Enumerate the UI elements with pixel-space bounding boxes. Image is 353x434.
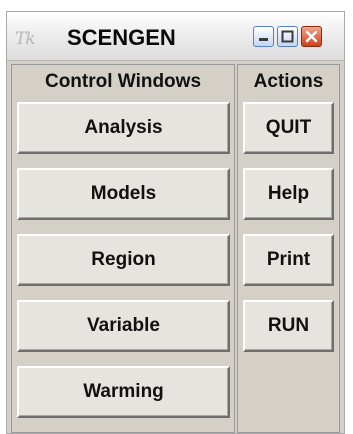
run-button[interactable]: RUN: [243, 300, 334, 352]
actions-header: Actions: [253, 71, 324, 92]
title-bar[interactable]: Tk SCENGEN: [7, 12, 344, 61]
region-button[interactable]: Region: [17, 234, 230, 286]
scengen-window: Tk SCENGEN Control Windows Analysis Mode…: [6, 11, 345, 434]
actions-panel: Actions QUIT Help Print RUN: [237, 64, 340, 433]
warming-button[interactable]: Warming: [17, 366, 230, 418]
quit-button[interactable]: QUIT: [243, 102, 334, 154]
analysis-button[interactable]: Analysis: [17, 102, 230, 154]
print-button[interactable]: Print: [243, 234, 334, 286]
models-button[interactable]: Models: [17, 168, 230, 220]
variable-button[interactable]: Variable: [17, 300, 230, 352]
minimize-icon[interactable]: [253, 26, 274, 47]
help-button[interactable]: Help: [243, 168, 334, 220]
control-windows-header: Control Windows: [44, 71, 202, 92]
control-windows-panel: Control Windows Analysis Models Region V…: [11, 64, 235, 433]
app-icon: Tk: [15, 29, 36, 49]
maximize-icon[interactable]: [277, 26, 298, 47]
window-title: SCENGEN: [67, 25, 176, 50]
window-content: Control Windows Analysis Models Region V…: [7, 60, 344, 433]
close-icon[interactable]: [301, 26, 322, 47]
